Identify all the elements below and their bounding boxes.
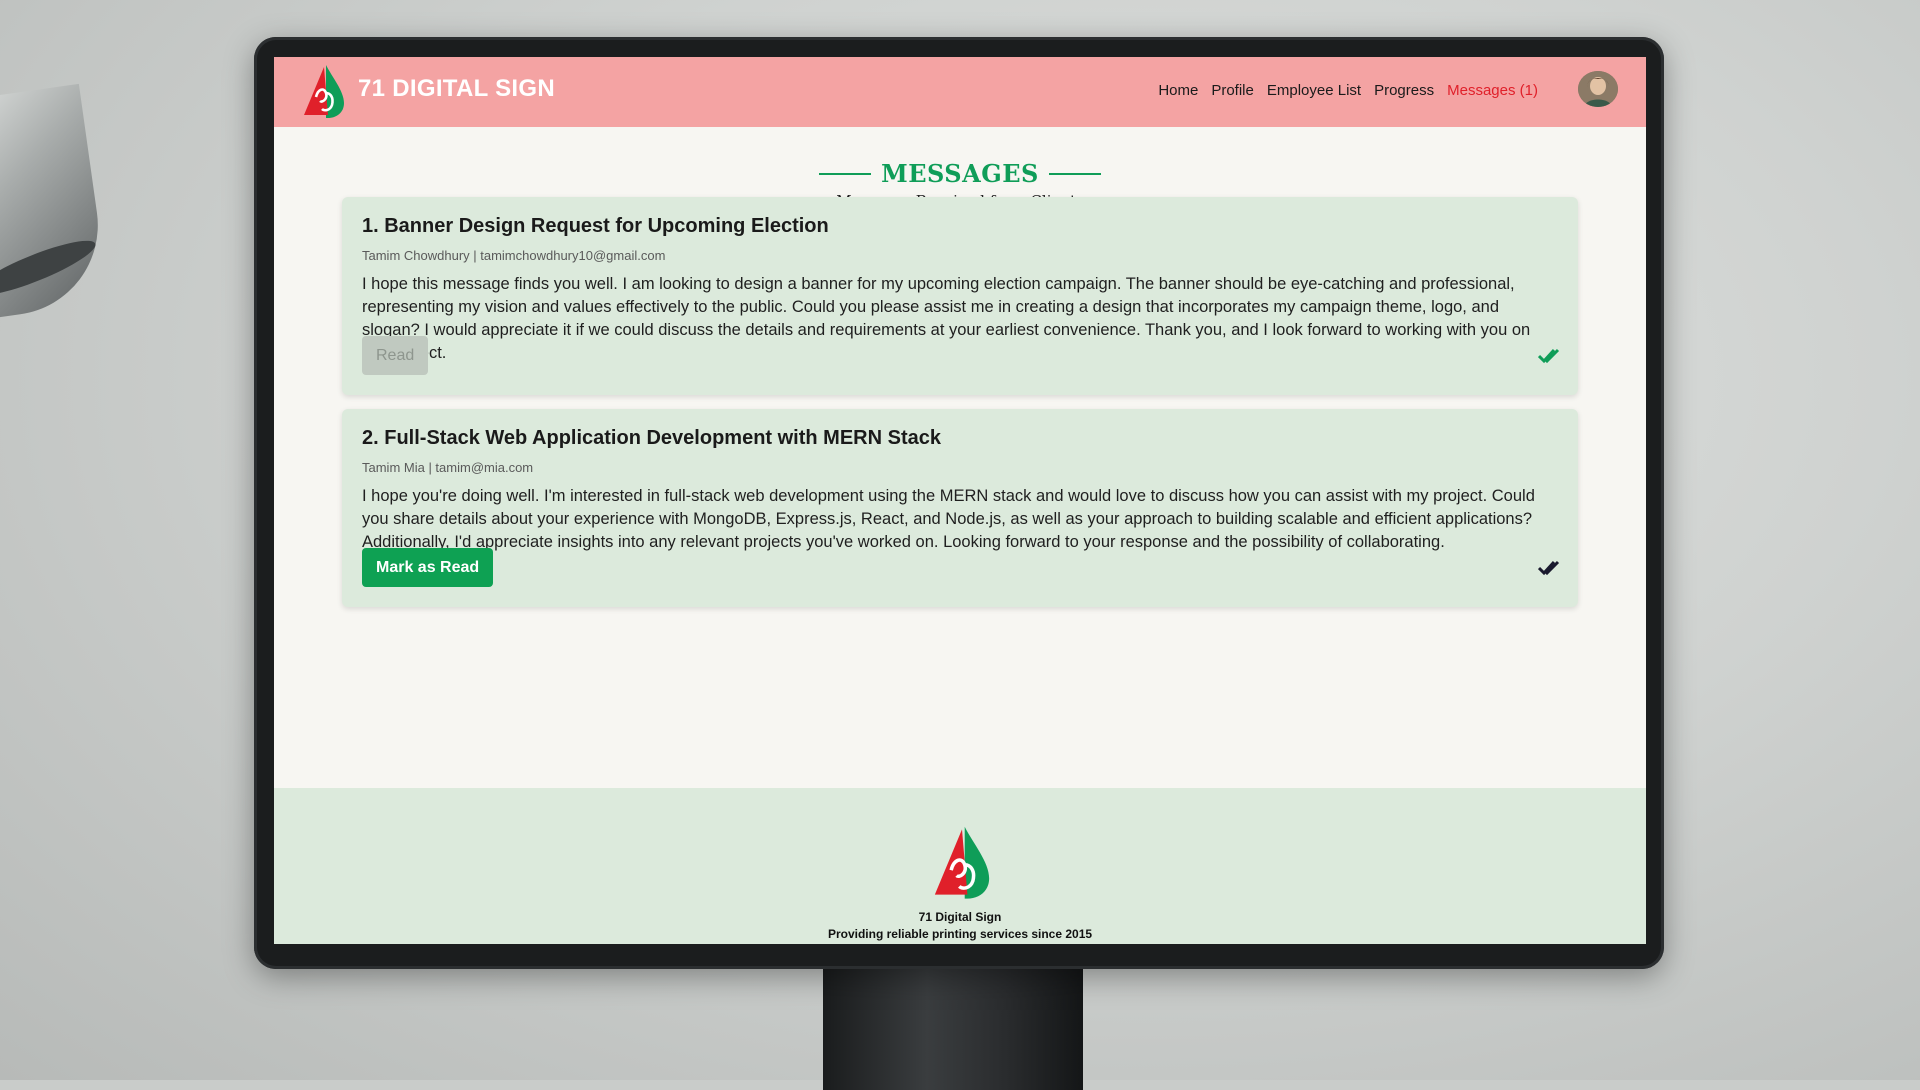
double-check-icon bbox=[1538, 560, 1560, 576]
footer-tagline: Providing reliable printing services sin… bbox=[827, 927, 1093, 941]
message-body: I hope you're doing well. I'm interested… bbox=[362, 487, 1535, 551]
brand-logo-icon[interactable] bbox=[302, 63, 346, 119]
footer: 71 Digital Sign Providing reliable print… bbox=[274, 788, 1646, 944]
double-check-icon bbox=[1538, 348, 1560, 364]
nav-link-employee-list[interactable]: Employee List bbox=[1267, 82, 1361, 99]
message-title: 1. Banner Design Request for Upcoming El… bbox=[362, 215, 829, 237]
nav-link-progress[interactable]: Progress bbox=[1374, 82, 1434, 99]
monitor-stand bbox=[823, 960, 1083, 1090]
nav-link-profile[interactable]: Profile bbox=[1211, 82, 1254, 99]
navbar: 71 DIGITAL SIGN Home Profile Employee Li… bbox=[274, 57, 1646, 127]
nav-link-home[interactable]: Home bbox=[1158, 82, 1198, 99]
message-card: 2. Full-Stack Web Application Developmen… bbox=[342, 409, 1578, 607]
footer-logo-icon bbox=[934, 826, 990, 899]
avatar[interactable] bbox=[1578, 71, 1618, 107]
message-card: 1. Banner Design Request for Upcoming El… bbox=[342, 197, 1578, 395]
heading-rule-right bbox=[1048, 172, 1101, 175]
message-title: 2. Full-Stack Web Application Developmen… bbox=[362, 427, 941, 449]
read-button[interactable]: Read bbox=[362, 336, 429, 375]
message-sender: Tamim Chowdhury | tamimchowdhury10@gmail… bbox=[362, 248, 666, 263]
nav-link-messages[interactable]: Messages (1) bbox=[1447, 82, 1538, 99]
nav-links: Home Profile Employee List Progress Mess… bbox=[1158, 82, 1538, 99]
page-title: MESSAGES bbox=[881, 159, 1039, 188]
monitor-screen: 71 DIGITAL SIGN Home Profile Employee Li… bbox=[274, 57, 1646, 944]
mark-as-read-button[interactable]: Mark as Read bbox=[362, 548, 494, 587]
brand-name[interactable]: 71 DIGITAL SIGN bbox=[358, 75, 555, 103]
message-body: I hope this message finds you well. I am… bbox=[362, 275, 1531, 362]
footer-company-name: 71 Digital Sign bbox=[918, 910, 1002, 924]
message-sender: Tamim Mia | tamim@mia.com bbox=[362, 460, 534, 475]
heading-rule-left bbox=[819, 172, 872, 175]
